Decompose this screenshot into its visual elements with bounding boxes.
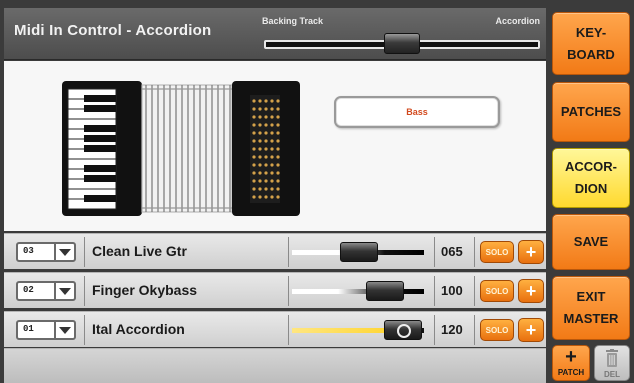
channel-value: 03 (23, 246, 34, 256)
channel-select[interactable]: 01 (16, 320, 76, 340)
divider (474, 315, 475, 345)
balance-slider-knob[interactable] (384, 33, 420, 54)
channel-select[interactable]: 03 (16, 242, 76, 262)
bellows (141, 84, 233, 213)
accordion-button-label: ACCOR- DION (565, 159, 617, 196)
patches-button[interactable]: PATCHES (552, 82, 630, 142)
save-button[interactable]: SAVE (552, 214, 630, 270)
divider (474, 276, 475, 306)
solo-button[interactable]: SOLO (480, 241, 514, 263)
divider (434, 237, 435, 267)
divider (474, 237, 475, 267)
keyboard-button[interactable]: KEY- BOARD (552, 12, 630, 75)
patch-row: 03 Clean Live Gtr 065 SOLO + (4, 233, 546, 269)
accordion-button[interactable]: ACCOR- DION (552, 148, 630, 208)
volume-slider-knob[interactable] (366, 281, 404, 301)
chevron-down-icon[interactable] (54, 244, 74, 260)
divider (288, 276, 289, 306)
solo-button[interactable]: SOLO (480, 280, 514, 302)
bottom-bar (4, 348, 546, 383)
header-bar: Midi In Control - Accordion Backing Trac… (4, 8, 546, 60)
balance-left-label: Backing Track (262, 16, 324, 26)
exit-master-button-label: EXIT MASTER (563, 289, 619, 326)
solo-button[interactable]: SOLO (480, 319, 514, 341)
divider (84, 237, 85, 267)
plus-icon: + (565, 346, 577, 368)
patch-row: 01 Ital Accordion 120 SOLO + (4, 311, 546, 347)
chevron-down-icon[interactable] (54, 283, 74, 299)
bass-button[interactable]: Bass (334, 96, 500, 128)
exit-master-button[interactable]: EXIT MASTER (552, 276, 630, 340)
add-button[interactable]: + (518, 279, 544, 303)
page-title: Midi In Control - Accordion (14, 22, 212, 39)
volume-value: 065 (441, 244, 463, 259)
add-patch-label: PATCH (557, 368, 585, 377)
trash-icon (606, 349, 618, 367)
volume-slider-knob[interactable] (384, 320, 422, 340)
divider (434, 276, 435, 306)
divider (288, 315, 289, 345)
instrument-panel: Bass (4, 61, 546, 231)
chevron-down-icon[interactable] (54, 322, 74, 338)
volume-slider-knob[interactable] (340, 242, 378, 262)
volume-slider-track[interactable] (292, 289, 424, 294)
patch-row: 02 Finger Okybass 100 SOLO + (4, 272, 546, 308)
volume-value: 120 (441, 322, 463, 337)
accordion-icon (62, 81, 300, 216)
midi-in-control-screen: Midi In Control - Accordion Backing Trac… (0, 0, 634, 383)
delete-button[interactable]: DEL (594, 345, 630, 381)
patch-name[interactable]: Clean Live Gtr (92, 243, 187, 259)
divider (84, 315, 85, 345)
save-button-label: SAVE (573, 234, 609, 249)
divider (434, 315, 435, 345)
patches-button-label: PATCHES (560, 104, 622, 119)
channel-select[interactable]: 02 (16, 281, 76, 301)
channel-value: 01 (23, 324, 34, 334)
divider (288, 237, 289, 267)
balance-right-label: Accordion (495, 16, 540, 26)
add-button[interactable]: + (518, 240, 544, 264)
add-patch-button[interactable]: + PATCH (552, 345, 590, 381)
patch-name[interactable]: Finger Okybass (92, 282, 197, 298)
patch-name[interactable]: Ital Accordion (92, 321, 185, 337)
add-button[interactable]: + (518, 318, 544, 342)
delete-label: DEL (604, 370, 620, 379)
keyboard-button-label: KEY- BOARD (567, 24, 615, 62)
channel-value: 02 (23, 285, 34, 295)
volume-value: 100 (441, 283, 463, 298)
divider (84, 276, 85, 306)
